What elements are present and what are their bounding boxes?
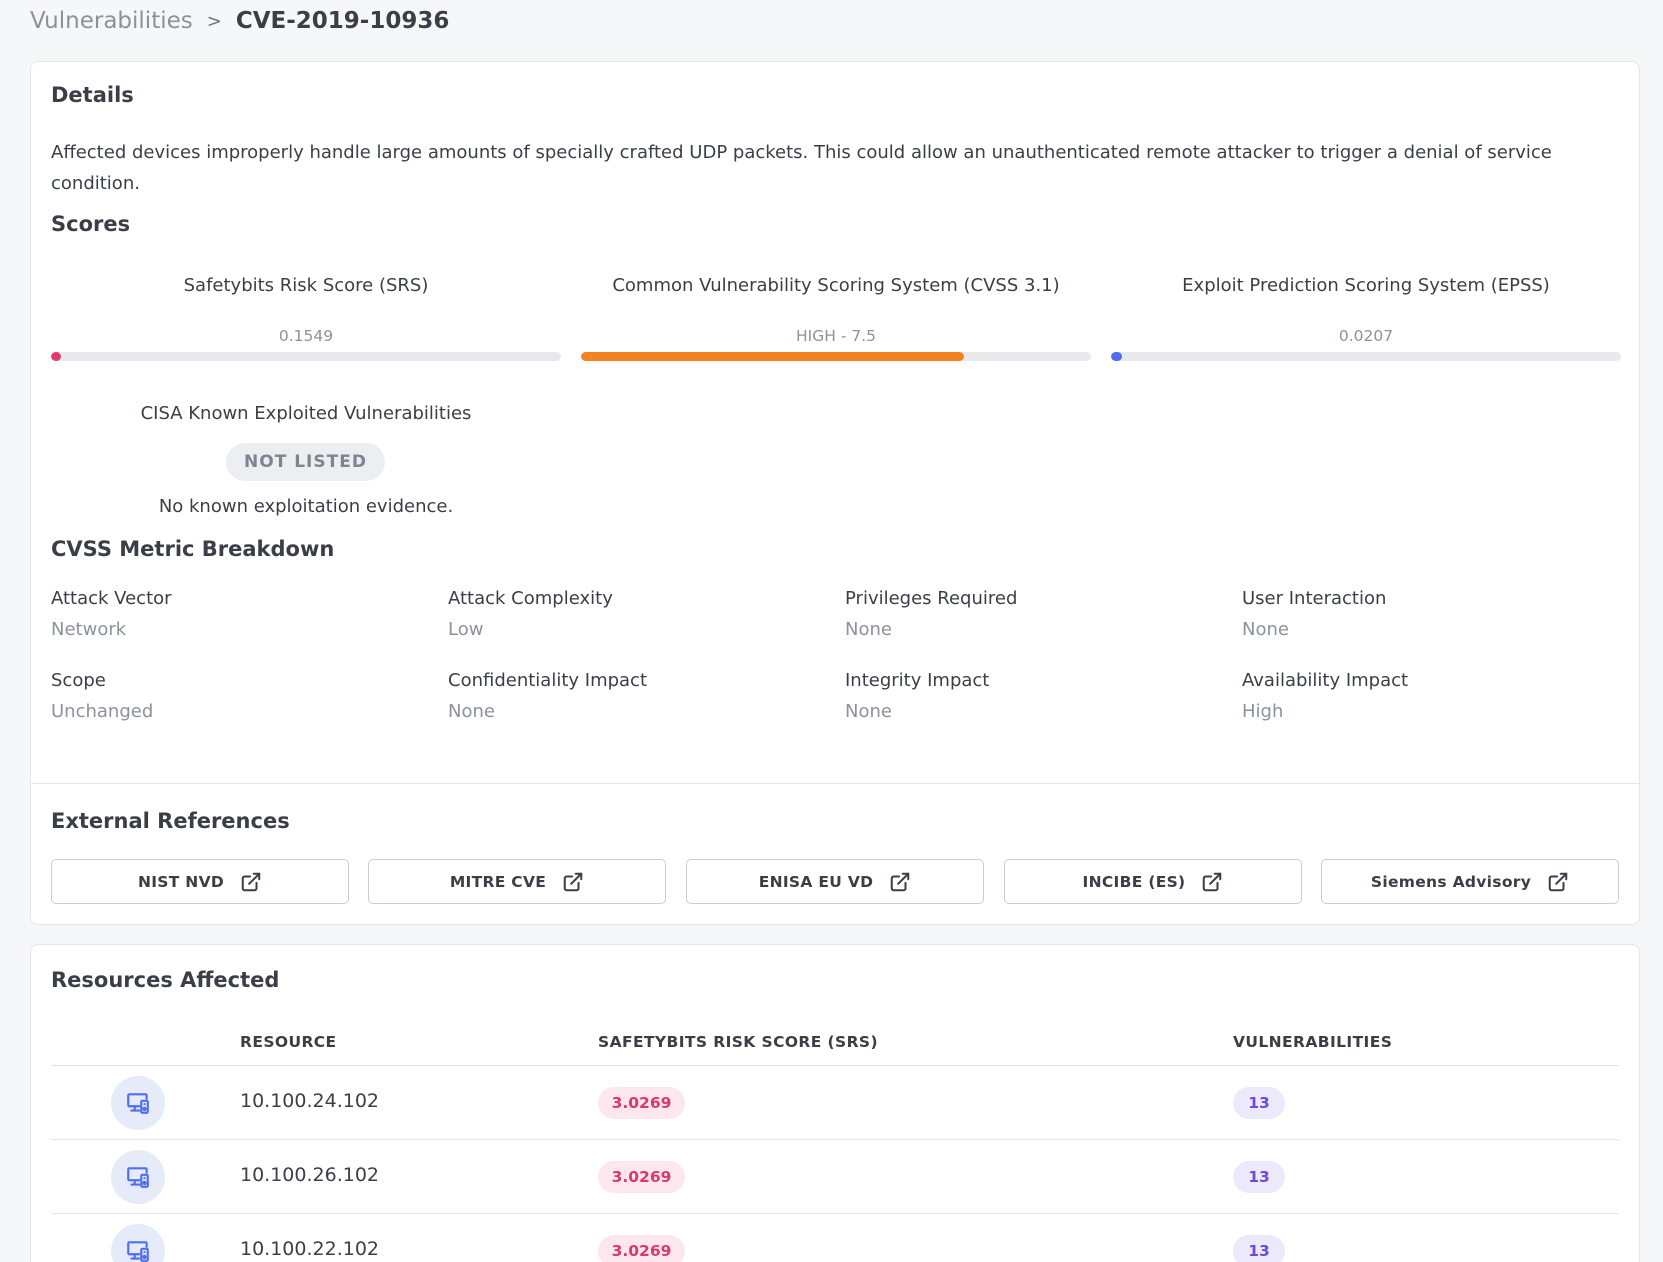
metric-value: None	[448, 701, 495, 722]
srs-badge: 3.0269	[598, 1161, 685, 1193]
srs-badge: 3.0269	[598, 1087, 685, 1119]
scores-heading: Scores	[51, 212, 131, 236]
device-icon	[111, 1150, 165, 1204]
ref-button-label: ENISA EU VD	[758, 872, 874, 891]
external-link-icon	[1548, 872, 1568, 891]
metric-scope: Scope Unchanged	[51, 668, 431, 725]
column-header-srs[interactable]: SAFETYBITS RISK SCORE (SRS)	[598, 1033, 878, 1051]
ref-button-label: INCIBE (ES)	[1082, 872, 1186, 891]
ref-button-mitre-cve[interactable]: MITRE CVE	[368, 859, 666, 904]
device-icon	[111, 1076, 165, 1130]
metric-label: Attack Vector	[51, 588, 172, 609]
metric-user-interaction: User Interaction None	[1242, 586, 1622, 643]
metric-integrity-impact: Integrity Impact None	[845, 668, 1225, 725]
table-row[interactable]: 10.100.22.102 3.0269 13	[51, 1214, 1619, 1262]
resource-address-link[interactable]: 10.100.26.102	[240, 1164, 379, 1186]
score-progress-fill	[51, 352, 62, 361]
score-progress-fill	[1111, 352, 1122, 361]
details-card: Details Affected devices improperly hand…	[30, 61, 1640, 925]
cisa-status-badge: NOT LISTED	[226, 443, 385, 481]
score-epss: Exploit Prediction Scoring System (EPSS)…	[1111, 275, 1621, 361]
vulnerabilities-count-badge: 13	[1233, 1161, 1285, 1193]
details-description: Affected devices improperly handle large…	[51, 142, 1552, 194]
metric-attack-vector: Attack Vector Network	[51, 586, 431, 643]
score-title: Safetybits Risk Score (SRS)	[183, 275, 429, 296]
metric-label: Confidentiality Impact	[448, 670, 648, 691]
metric-value: None	[1242, 619, 1289, 640]
ref-button-label: Siemens Advisory	[1370, 872, 1532, 891]
score-value: 0.0207	[1338, 327, 1394, 345]
resource-address-link[interactable]: 10.100.22.102	[240, 1238, 379, 1260]
metric-label: Privileges Required	[845, 588, 1018, 609]
resources-card: Resources Affected RESOURCE SAFETYBITS R…	[30, 944, 1640, 1262]
external-link-icon	[1203, 872, 1222, 891]
metric-value: None	[845, 619, 892, 640]
metric-value: High	[1242, 701, 1284, 722]
vulnerabilities-count-badge: 13	[1233, 1235, 1285, 1262]
metric-value: Low	[448, 619, 484, 640]
ref-button-siemens-advisory[interactable]: Siemens Advisory	[1321, 859, 1619, 904]
score-cvss: Common Vulnerability Scoring System (CVS…	[581, 275, 1091, 361]
breadcrumb-vulnerabilities-link[interactable]: Vulnerabilities	[30, 8, 193, 34]
metric-attack-complexity: Attack Complexity Low	[448, 586, 828, 643]
metric-label: Availability Impact	[1242, 670, 1409, 691]
cisa-note: No known exploitation evidence.	[158, 496, 454, 517]
breadcrumb: Vulnerabilities > CVE-2019-10936	[30, 4, 449, 38]
section-divider	[31, 783, 1639, 784]
cvss-breakdown-heading: CVSS Metric Breakdown	[51, 537, 335, 561]
resources-heading: Resources Affected	[51, 968, 280, 992]
metric-label: Attack Complexity	[448, 588, 613, 609]
score-progress-track	[1111, 352, 1621, 361]
ref-button-nist-nvd[interactable]: NIST NVD	[51, 859, 349, 904]
metric-label: User Interaction	[1242, 588, 1387, 609]
score-value: 0.1549	[278, 327, 334, 345]
page-title: CVE-2019-10936	[235, 8, 450, 34]
resource-address-link[interactable]: 10.100.24.102	[240, 1090, 379, 1112]
score-title: Common Vulnerability Scoring System (CVS…	[612, 275, 1060, 296]
breadcrumb-separator: >	[206, 10, 222, 32]
ref-button-label: NIST NVD	[137, 872, 225, 891]
vulnerabilities-count-badge: 13	[1233, 1087, 1285, 1119]
column-header-resource[interactable]: RESOURCE	[240, 1033, 337, 1051]
score-progress-fill	[581, 352, 964, 361]
metric-availability-impact: Availability Impact High	[1242, 668, 1622, 725]
score-srs: Safetybits Risk Score (SRS) 0.1549	[51, 275, 561, 361]
external-link-icon	[563, 872, 583, 891]
cisa-title: CISA Known Exploited Vulnerabilities	[140, 403, 472, 424]
metric-label: Scope	[51, 670, 106, 691]
ref-button-incibe-es[interactable]: INCIBE (ES)	[1004, 859, 1302, 904]
details-heading: Details	[51, 83, 134, 107]
cisa-kev-section: CISA Known Exploited Vulnerabilities NOT…	[51, 403, 561, 553]
column-header-vulnerabilities[interactable]: VULNERABILITIES	[1233, 1033, 1392, 1051]
metric-privileges-required: Privileges Required None	[845, 586, 1225, 643]
table-row[interactable]: 10.100.24.102 3.0269 13	[51, 1066, 1619, 1140]
ref-button-label: MITRE CVE	[449, 872, 547, 891]
score-value: HIGH - 7.5	[796, 327, 876, 345]
metric-value: None	[845, 701, 892, 722]
metric-confidentiality-impact: Confidentiality Impact None	[448, 668, 828, 725]
srs-badge: 3.0269	[598, 1235, 685, 1262]
ref-button-enisa-eu-vd[interactable]: ENISA EU VD	[686, 859, 984, 904]
score-progress-track	[581, 352, 1091, 361]
score-title: Exploit Prediction Scoring System (EPSS)	[1182, 275, 1550, 296]
device-icon	[111, 1224, 165, 1262]
metric-value: Unchanged	[51, 701, 154, 722]
metric-label: Integrity Impact	[845, 670, 990, 691]
external-link-icon	[891, 872, 910, 891]
external-references-heading: External References	[51, 809, 290, 833]
metric-value: Network	[51, 619, 127, 640]
score-progress-track	[51, 352, 561, 361]
table-row[interactable]: 10.100.26.102 3.0269 13	[51, 1140, 1619, 1214]
external-link-icon	[241, 872, 261, 891]
